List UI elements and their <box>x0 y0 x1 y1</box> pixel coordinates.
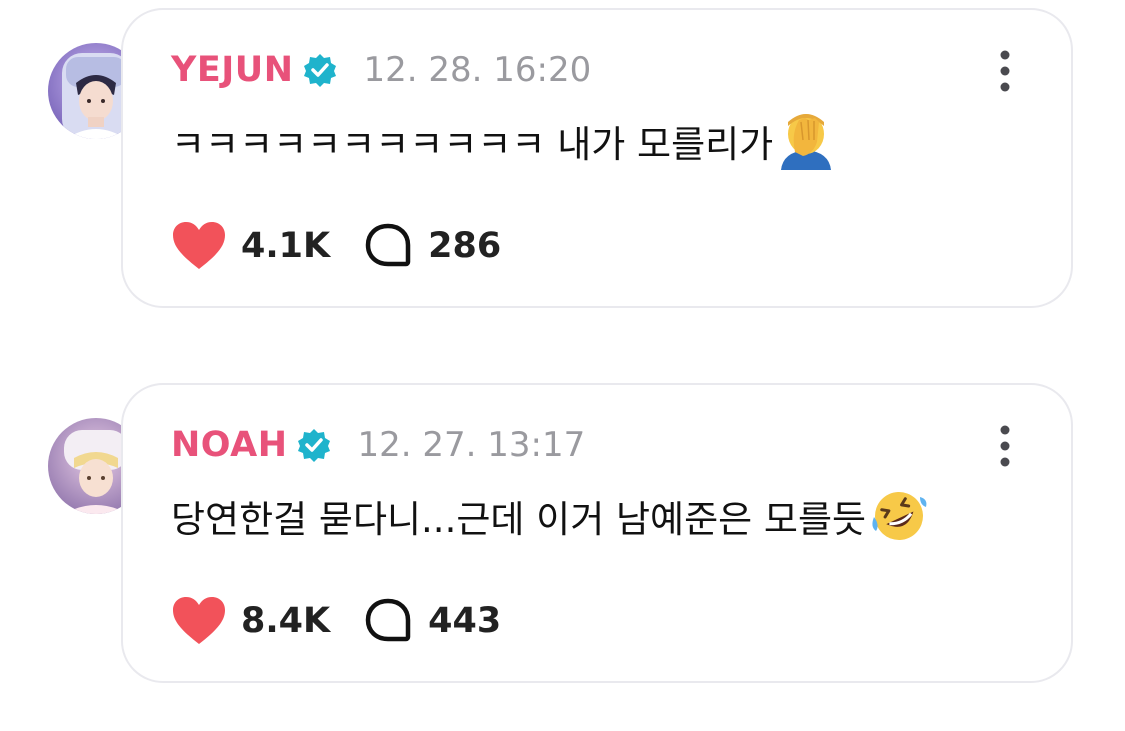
header-row: NOAH 12. 27. 13:17 <box>171 423 585 467</box>
like-count: 8.4K <box>241 601 331 641</box>
comment-text: 당연한걸 묻다니...근데 이거 남예준은 모를듯 <box>171 498 867 541</box>
username[interactable]: NOAH <box>171 425 288 465</box>
heart-icon[interactable] <box>171 221 227 271</box>
action-bar: 4.1K 286 <box>171 220 501 272</box>
comment-text: ㅋㅋㅋㅋㅋㅋㅋㅋㅋㅋㅋ 내가 모를리가 <box>171 123 774 166</box>
timestamp: 12. 28. 16:20 <box>363 50 592 90</box>
comment-card: NOAH 12. 27. 13:17 당연한걸 묻다니...근데 이거 남예준은… <box>121 383 1073 683</box>
more-options-icon[interactable] <box>999 50 1011 92</box>
face-palm-icon <box>781 114 832 170</box>
like-count: 4.1K <box>241 226 331 266</box>
comment-text-row: ㅋㅋㅋㅋㅋㅋㅋㅋㅋㅋㅋ 내가 모를리가 <box>171 112 835 170</box>
comment-card: YEJUN 12. 28. 16:20 ㅋㅋㅋㅋㅋㅋㅋㅋㅋㅋㅋ 내가 모를리가 <box>121 8 1073 308</box>
comment-text-row: 당연한걸 묻다니...근데 이거 남예준은 모를듯 <box>171 487 928 545</box>
rolling-on-floor-laughing-icon <box>872 492 927 540</box>
more-options-icon[interactable] <box>999 425 1011 467</box>
comment-bubble-icon[interactable] <box>364 597 412 645</box>
heart-icon[interactable] <box>171 596 227 646</box>
comment-bubble-icon[interactable] <box>364 222 412 270</box>
timestamp: 12. 27. 13:17 <box>357 425 586 465</box>
action-bar: 8.4K 443 <box>171 595 501 647</box>
verified-badge-icon <box>297 429 330 462</box>
username[interactable]: YEJUN <box>171 50 294 90</box>
comment-post: NOAH 12. 27. 13:17 당연한걸 묻다니...근데 이거 남예준은… <box>0 383 1125 688</box>
reply-count: 443 <box>428 601 502 641</box>
comment-post: YEJUN 12. 28. 16:20 ㅋㅋㅋㅋㅋㅋㅋㅋㅋㅋㅋ 내가 모를리가 <box>0 8 1125 313</box>
header-row: YEJUN 12. 28. 16:20 <box>171 48 591 92</box>
reply-count: 286 <box>428 226 502 266</box>
verified-badge-icon <box>303 54 336 87</box>
